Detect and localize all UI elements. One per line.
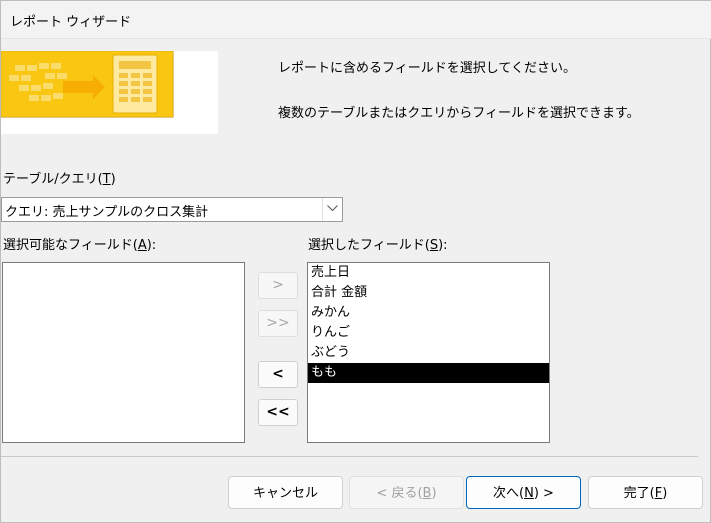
table-query-label: テーブル/クエリ(T) [3, 172, 116, 187]
list-item[interactable]: りんご [308, 323, 549, 343]
report-illustration-icon [1, 51, 174, 118]
list-item-selected[interactable]: もも [308, 363, 549, 383]
add-all-fields-button[interactable]: >> [258, 310, 298, 337]
instruction-text: レポートに含めるフィールドを選択してください。 [278, 61, 576, 76]
list-item[interactable]: ぶどう [308, 343, 549, 363]
wizard-banner-image [1, 51, 218, 134]
hint-text: 複数のテーブルまたはクエリからフィールドを選択できます。 [278, 106, 640, 121]
remove-all-fields-button[interactable]: << [258, 399, 298, 426]
cancel-button[interactable]: キャンセル [228, 476, 343, 509]
next-button[interactable]: 次へ(N) > [466, 476, 581, 509]
available-fields-label: 選択可能なフィールド(A): [3, 238, 157, 253]
window-title: レポート ウィザード [10, 15, 132, 30]
selected-fields-list[interactable]: 売上日 合計 金額 みかん りんご ぶどう もも [307, 262, 550, 443]
add-field-button[interactable]: > [258, 272, 298, 299]
chevron-down-icon [327, 205, 338, 212]
report-wizard-window: レポート ウィザード レポートに含めるフィールドを選択してください。 複数のテー… [0, 0, 711, 523]
selected-fields-label: 選択したフィールド(S): [308, 238, 448, 253]
dropdown-button[interactable] [322, 198, 342, 221]
remove-field-button[interactable]: < [258, 361, 298, 388]
footer-divider [1, 456, 698, 457]
back-button[interactable]: < 戻る(B) [349, 476, 464, 509]
list-item[interactable]: みかん [308, 303, 549, 323]
title-bar: レポート ウィザード [1, 1, 711, 39]
available-fields-list[interactable] [2, 262, 245, 443]
table-query-dropdown[interactable]: クエリ: 売上サンプルのクロス集計 [1, 197, 343, 222]
list-item[interactable]: 合計 金額 [308, 283, 549, 303]
list-item[interactable]: 売上日 [308, 263, 549, 283]
table-query-selected-value: クエリ: 売上サンプルのクロス集計 [5, 205, 209, 220]
finish-button[interactable]: 完了(F) [588, 476, 703, 509]
